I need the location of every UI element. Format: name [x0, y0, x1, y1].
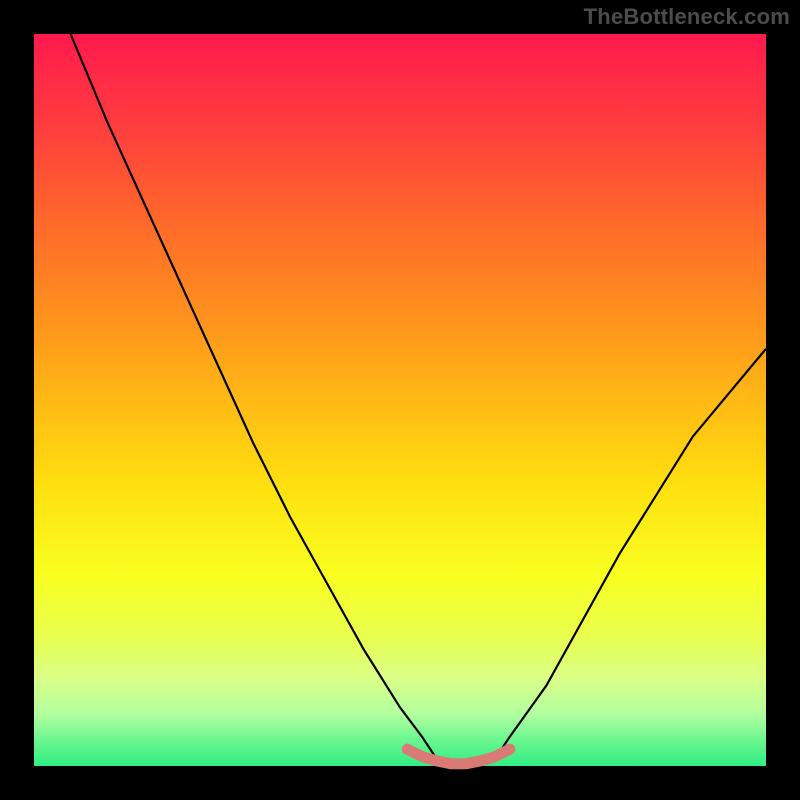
optimal-band-path [407, 749, 510, 764]
bottleneck-curve-path [71, 34, 766, 766]
attribution-label: TheBottleneck.com [584, 4, 790, 30]
chart-frame: TheBottleneck.com [0, 0, 800, 800]
curve-layer [34, 34, 766, 766]
plot-area [34, 34, 766, 766]
